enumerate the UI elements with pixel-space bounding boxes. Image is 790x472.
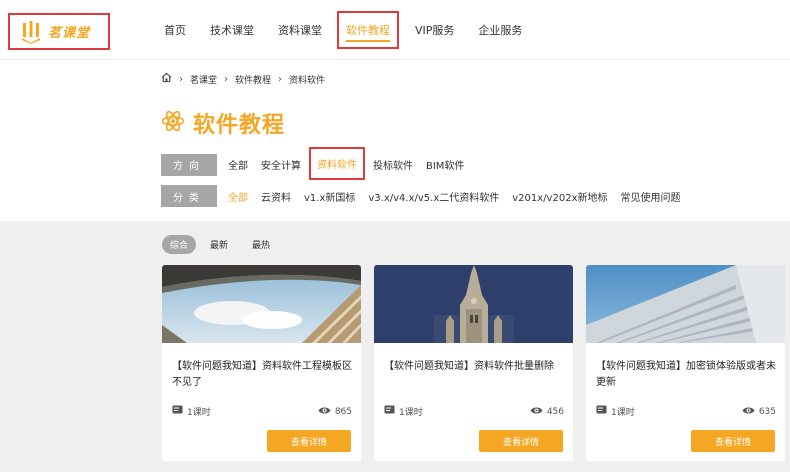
direction-filter: 方向 全部 安全计算 资料软件 投标软件 BIM软件 [161,147,477,180]
nav-item-software-tutorial[interactable]: 软件教程 [337,11,399,49]
category-option-v201x[interactable]: v201x/v202x新地标 [512,189,607,204]
nav-item-vip[interactable]: VIP服务 [415,22,454,38]
home-icon[interactable] [161,72,172,86]
direction-option-all[interactable]: 全部 [228,157,248,172]
course-meta: 1课时 456 [384,405,564,418]
eye-icon [318,406,331,418]
nav-item-tech-class[interactable]: 技术课堂 [210,22,254,38]
nav-item-material-class[interactable]: 资料课堂 [278,22,322,38]
sort-tab-newest[interactable]: 最新 [210,238,228,251]
view-details-button[interactable]: 查看详情 [691,430,775,452]
atom-icon [161,109,185,137]
eye-icon [530,406,543,418]
course-card[interactable]: 【软件问题我知道】资料软件批量删除 1课时 456 查看详情 [374,265,573,461]
category-option-v3x-v5x[interactable]: v3.x/v4.x/v5.x二代资料软件 [368,189,499,204]
main-nav: 首页 技术课堂 资料课堂 软件教程 VIP服务 企业服务 [164,0,546,60]
lesson-icon [384,405,395,418]
sort-tab-hottest[interactable]: 最热 [252,238,270,251]
direction-filter-label: 方向 [161,153,217,176]
eye-icon [742,406,755,418]
page-title: 软件教程 [193,113,286,138]
lesson-count: 1课时 [399,408,423,418]
breadcrumb: › 茗课堂 › 软件教程 › 资料软件 [161,72,325,86]
nav-item-home[interactable]: 首页 [164,22,186,38]
nav-item-enterprise[interactable]: 企业服务 [478,22,522,38]
page-title-row: 软件教程 [161,107,285,139]
course-title[interactable]: 【软件问题我知道】加密锁体验版或者未更新 [596,359,780,391]
direction-option-material-software[interactable]: 资料软件 [309,147,365,180]
category-filter: 分类 全部 云资料 v1.x新国标 v3.x/v4.x/v5.x二代资料软件 v… [161,185,693,207]
chevron-right-icon: › [224,73,229,85]
course-card[interactable]: 【软件问题我知道】加密锁体验版或者未更新 1课时 635 查看详情 [586,265,785,461]
breadcrumb-item[interactable]: 软件教程 [235,73,271,86]
chevron-right-icon: › [278,73,283,85]
direction-option-safety-calc[interactable]: 安全计算 [261,157,301,172]
course-thumbnail [162,265,361,343]
view-details-button[interactable]: 查看详情 [479,430,563,452]
top-header: 茗课堂 首页 技术课堂 资料课堂 软件教程 VIP服务 企业服务 [0,0,790,60]
course-card[interactable]: 【软件问题我知道】资料软件工程模板区不见了 1课时 865 查看详情 [162,265,361,461]
course-title[interactable]: 【软件问题我知道】资料软件工程模板区不见了 [172,359,356,391]
sort-tab-comprehensive[interactable]: 综合 [162,235,197,254]
breadcrumb-item[interactable]: 茗课堂 [190,73,217,86]
course-meta: 1课时 635 [596,405,776,418]
direction-option-bim-software[interactable]: BIM软件 [426,157,464,172]
logo-mark-icon [20,20,42,44]
course-thumbnail [374,265,573,343]
breadcrumb-item: 资料软件 [289,75,326,86]
page: 茗课堂 首页 技术课堂 资料课堂 软件教程 VIP服务 企业服务 › 茗课堂 ›… [0,0,790,472]
view-count: 865 [334,406,352,417]
course-thumbnail [586,265,785,343]
course-meta: 1课时 865 [172,405,352,418]
category-option-v1x[interactable]: v1.x新国标 [304,189,355,204]
course-title[interactable]: 【软件问题我知道】资料软件批量删除 [384,359,568,375]
sort-tabs: 综合 最新 最热 [162,235,294,254]
direction-option-bidding-software[interactable]: 投标软件 [373,157,413,172]
logo[interactable]: 茗课堂 [8,13,110,50]
chevron-right-icon: › [179,73,183,85]
lesson-icon [172,405,183,418]
category-option-all[interactable]: 全部 [228,189,248,204]
view-count: 635 [758,406,776,417]
category-option-cloud[interactable]: 云资料 [261,189,291,204]
category-filter-label: 分类 [161,185,217,207]
lesson-count: 1课时 [611,408,635,418]
logo-text: 茗课堂 [48,26,91,41]
view-details-button[interactable]: 查看详情 [267,430,351,452]
category-option-faq[interactable]: 常见使用问题 [620,189,680,204]
lesson-icon [596,405,607,418]
view-count: 456 [546,406,564,417]
lesson-count: 1课时 [187,408,211,418]
